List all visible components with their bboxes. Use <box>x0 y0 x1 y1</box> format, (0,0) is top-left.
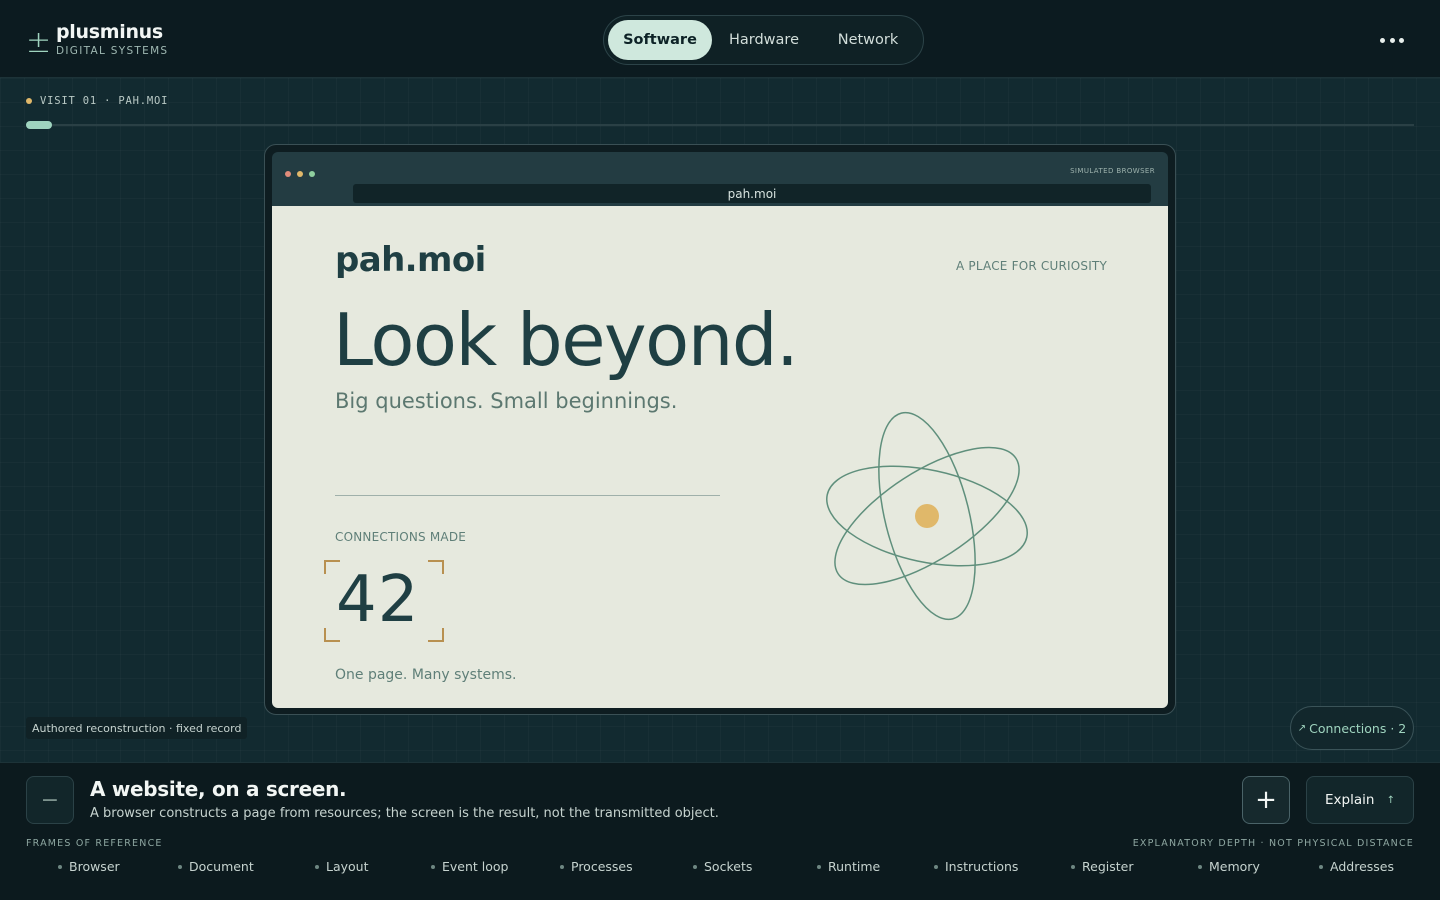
visit-label: VISIT 01 · PAH.MOI <box>40 95 169 107</box>
frame-item-label: Addresses <box>1330 859 1394 874</box>
frame-item[interactable]: Browser <box>58 859 120 874</box>
page-footer-note: One page. Many systems. <box>335 667 517 683</box>
frame-item[interactable]: Instructions <box>934 859 1018 874</box>
minimize-dot-icon <box>297 171 303 177</box>
frames-list: Browser Document Layout Event loop Processes… <box>26 859 1414 879</box>
window-controls <box>285 171 315 177</box>
bracket-corner <box>428 628 444 642</box>
frame-item[interactable]: Addresses <box>1319 859 1394 874</box>
more-menu-icon[interactable] <box>1376 28 1408 52</box>
frame-item[interactable]: Sockets <box>693 859 752 874</box>
brand[interactable]: ± plusminus DIGITAL SYSTEMS <box>26 20 168 58</box>
frame-item[interactable]: Layout <box>315 859 369 874</box>
frame-item-label: Memory <box>1209 859 1260 874</box>
depth-slider-thumb[interactable] <box>26 121 52 129</box>
bullet-icon <box>58 864 62 869</box>
explanatory-depth-label: EXPLANATORY DEPTH · NOT PHYSICAL DISTANC… <box>1132 838 1414 849</box>
explain-button[interactable]: Explain ↑ <box>1306 776 1414 824</box>
bullet-icon <box>178 864 182 869</box>
browser-chrome: SIMULATED BROWSER pah.moi <box>272 152 1168 206</box>
explain-label: Explain <box>1325 792 1375 808</box>
frame-item[interactable]: Runtime <box>817 859 880 874</box>
frame-description: A browser constructs a page from resourc… <box>90 806 719 821</box>
frame-item-label: Event loop <box>442 859 509 874</box>
frame-item-label: Runtime <box>828 859 881 874</box>
plus-minus-logo-icon: ± <box>26 25 52 60</box>
frames-of-reference-label: FRAMES OF REFERENCE <box>26 838 163 849</box>
site-name: pah.moi <box>335 240 486 280</box>
more-dot <box>1389 37 1395 43</box>
bullet-icon <box>431 864 435 869</box>
frame-title: A website, on a screen. <box>90 777 347 801</box>
top-bar: ± plusminus DIGITAL SYSTEMS Software Har… <box>0 0 1440 78</box>
status-dot-icon <box>26 98 32 104</box>
bullet-icon <box>1071 864 1075 869</box>
simulated-browser: SIMULATED BROWSER pah.moi pah.moi A PLAC… <box>264 144 1176 715</box>
explanation-panel: − A website, on a screen. A browser cons… <box>0 762 1440 900</box>
zoom-in-button[interactable]: + <box>1242 776 1290 824</box>
frame-item[interactable]: Processes <box>560 859 633 874</box>
depth-track[interactable] <box>26 124 1414 126</box>
frame-item-label: Processes <box>571 859 633 874</box>
bullet-icon <box>1319 864 1323 869</box>
bracket-corner <box>428 560 444 574</box>
frame-item[interactable]: Register <box>1071 859 1133 874</box>
tab-software[interactable]: Software <box>608 20 712 60</box>
frame-item-label: Sockets <box>704 859 753 874</box>
connections-made-label: CONNECTIONS MADE <box>335 530 467 544</box>
browser-viewport: pah.moi A PLACE FOR CURIOSITY Look beyon… <box>272 206 1168 708</box>
frame-item[interactable]: Memory <box>1198 859 1260 874</box>
connections-button[interactable]: ↗ Connections · 2 <box>1290 706 1414 750</box>
maximize-dot-icon <box>309 171 315 177</box>
connections-count: 42 <box>336 563 420 637</box>
brand-subtitle: DIGITAL SYSTEMS <box>56 45 169 57</box>
arrow-up-right-icon: ↗ <box>1297 722 1307 734</box>
address-bar[interactable]: pah.moi <box>353 184 1151 203</box>
zoom-out-button[interactable]: − <box>26 776 74 824</box>
brand-name: plusminus <box>56 21 163 43</box>
tab-network[interactable]: Network <box>816 20 920 60</box>
bullet-icon <box>560 864 564 869</box>
more-dot <box>1380 37 1385 43</box>
atom-nucleus <box>915 504 939 528</box>
authored-note: Authored reconstruction · fixed record <box>26 717 248 739</box>
simulated-browser-label: SIMULATED BROWSER <box>1070 167 1155 175</box>
frame-item[interactable]: Document <box>178 859 254 874</box>
frame-item-label: Instructions <box>945 859 1019 874</box>
frame-item-label: Browser <box>69 859 120 874</box>
frame-item-label: Layout <box>326 859 369 874</box>
frame-item-label: Register <box>1082 859 1134 874</box>
close-dot-icon <box>285 171 291 177</box>
bullet-icon <box>934 864 938 869</box>
divider <box>335 495 720 496</box>
visit-indicator: VISIT 01 · PAH.MOI <box>26 95 168 107</box>
arrow-up-icon: ↑ <box>1386 795 1395 806</box>
frame-item[interactable]: Event loop <box>431 859 509 874</box>
connections-button-label: Connections · 2 <box>1309 720 1407 736</box>
bullet-icon <box>817 864 821 869</box>
connections-counter: 42 <box>324 560 444 642</box>
bullet-icon <box>1198 864 1202 869</box>
tab-hardware[interactable]: Hardware <box>712 20 816 60</box>
atom-icon <box>826 411 1028 621</box>
hero-headline: Look beyond. <box>333 298 799 382</box>
more-dot <box>1399 37 1404 43</box>
bullet-icon <box>693 864 697 869</box>
frame-item-label: Document <box>189 859 254 874</box>
bullet-icon <box>315 864 319 869</box>
site-tagline: A PLACE FOR CURIOSITY <box>956 259 1107 273</box>
domain-switcher: Software Hardware Network <box>603 15 924 65</box>
hero-subheadline: Big questions. Small beginnings. <box>335 389 678 413</box>
